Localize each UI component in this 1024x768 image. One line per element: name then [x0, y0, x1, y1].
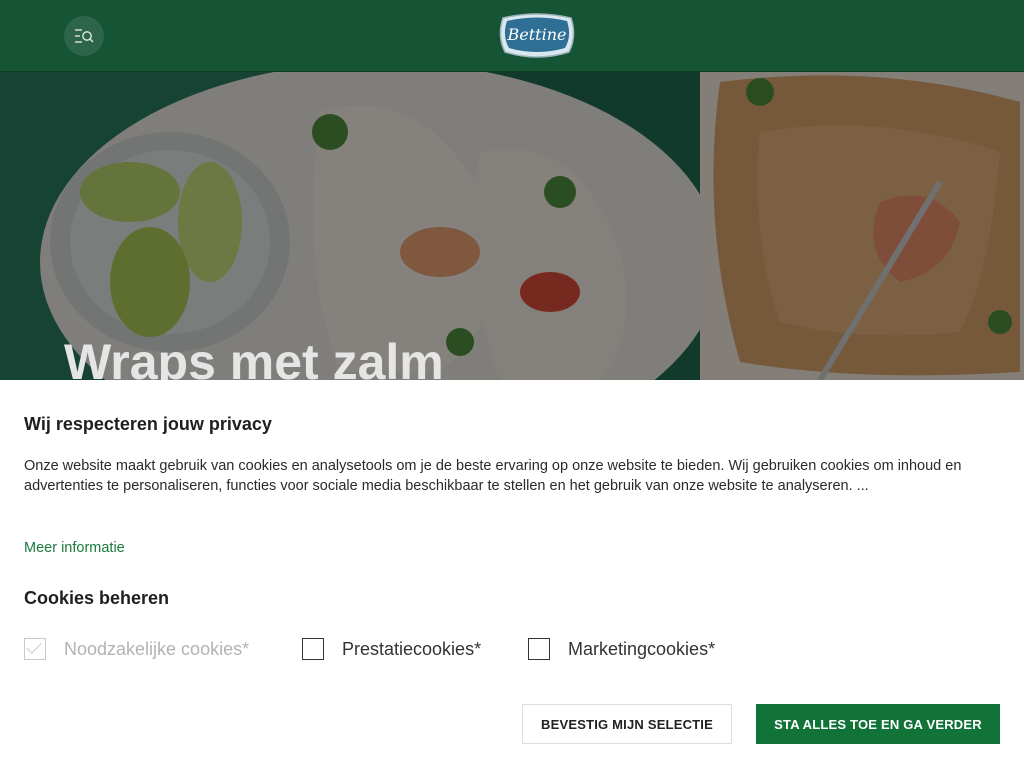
option-performance-cookies[interactable]: Prestatiecookies* — [302, 637, 481, 661]
cookie-consent-panel: Wij respecteren jouw privacy Onze websit… — [0, 380, 1024, 768]
site-header: Bettine — [0, 0, 1024, 72]
marketing-cookies-checkbox[interactable] — [528, 638, 550, 660]
performance-cookies-label: Prestatiecookies* — [342, 638, 482, 659]
consent-title: Wij respecteren jouw privacy — [24, 414, 272, 434]
option-marketing-cookies[interactable]: Marketingcookies* — [528, 637, 715, 661]
confirm-selection-button[interactable]: BEVESTIG MIJN SELECTIE — [522, 704, 732, 744]
performance-cookies-checkbox[interactable] — [302, 638, 324, 660]
checkmark-icon — [26, 638, 42, 654]
more-info-link[interactable]: Meer informatie — [24, 540, 125, 556]
brand-wordmark: Bettine — [507, 25, 567, 44]
necessary-cookies-label: Noodzakelijke cookies* — [64, 638, 250, 659]
manage-cookies-title: Cookies beheren — [24, 588, 170, 608]
necessary-cookies-checkbox[interactable] — [24, 638, 46, 660]
consent-description: Onze website maakt gebruik van cookies e… — [24, 458, 962, 494]
bettine-logo[interactable]: Bettine — [499, 12, 575, 59]
accept-all-button[interactable]: STA ALLES TOE EN GA VERDER — [756, 704, 1000, 744]
marketing-cookies-label: Marketingcookies* — [568, 638, 716, 659]
hero-title: Wraps met zalm — [64, 334, 444, 380]
hero-banner: Wraps met zalm — [0, 72, 1024, 380]
option-necessary-cookies[interactable]: Noodzakelijke cookies* — [24, 637, 249, 661]
menu-button[interactable] — [64, 16, 104, 56]
menu-search-icon — [75, 29, 94, 43]
